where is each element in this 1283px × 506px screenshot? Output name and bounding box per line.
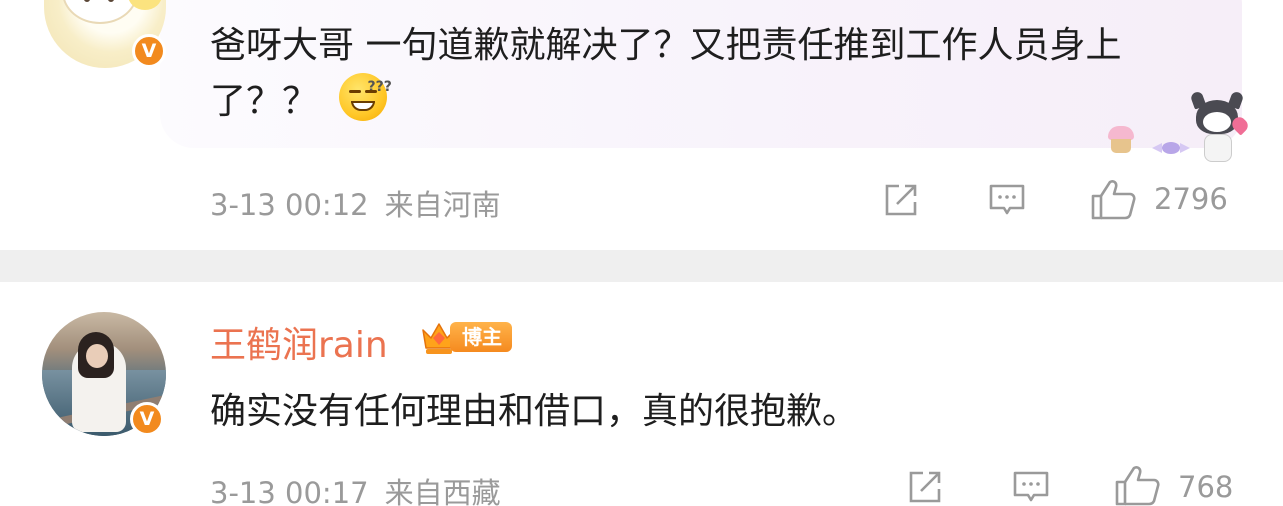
verified-badge: V	[132, 34, 166, 68]
cupcake-icon	[1108, 126, 1134, 154]
comment-location: 来自西藏	[384, 476, 501, 506]
comment-meta: 3-13 00:17 来自西藏	[210, 470, 501, 506]
comment-meta: 3-13 00:12 来自河南	[210, 182, 501, 224]
comment-separator	[0, 250, 1283, 282]
grinning-sweat-emoji-icon: ???	[339, 73, 392, 121]
author-badge: 博主	[420, 318, 518, 358]
like-icon[interactable]	[1090, 178, 1136, 220]
comment-time: 3-13 00:17	[210, 476, 369, 506]
candy-icon	[1152, 142, 1190, 154]
comment-text: 爸呀大哥 一句道歉就解决了？又把责任推到工作人员身上了？？ ???	[210, 18, 1220, 130]
kuromi-sticker-icon	[1189, 90, 1251, 162]
like-count: 768	[1178, 470, 1234, 504]
verified-badge: V	[130, 402, 164, 436]
comment-icon[interactable]	[1012, 470, 1050, 504]
comment-icon[interactable]	[988, 183, 1026, 217]
comment-item: V 爸呀大哥 一句道歉就解决了？又把责任推到工作人员身上了？？ ??? 3-13…	[0, 0, 1283, 250]
comment-item: V 王鹤润rain 博主 确实没有任何理由和借口，真的很抱歉。 3-13 00:…	[0, 282, 1283, 506]
share-icon[interactable]	[884, 183, 918, 217]
comment-text: 确实没有任何理由和借口，真的很抱歉。	[210, 391, 859, 432]
like-count: 2796	[1154, 182, 1228, 216]
like-icon[interactable]	[1114, 464, 1160, 506]
author-badge-label: 博主	[450, 322, 512, 352]
weibo-comment-list: V 爸呀大哥 一句道歉就解决了？又把责任推到工作人员身上了？？ ??? 3-13…	[0, 0, 1283, 506]
share-icon[interactable]	[908, 470, 942, 504]
comment-username[interactable]: 王鹤润rain	[210, 316, 388, 368]
comment-time: 3-13 00:12	[210, 188, 369, 222]
comment-location: 来自河南	[384, 188, 501, 222]
comment-bubble-decoration	[1108, 90, 1251, 164]
